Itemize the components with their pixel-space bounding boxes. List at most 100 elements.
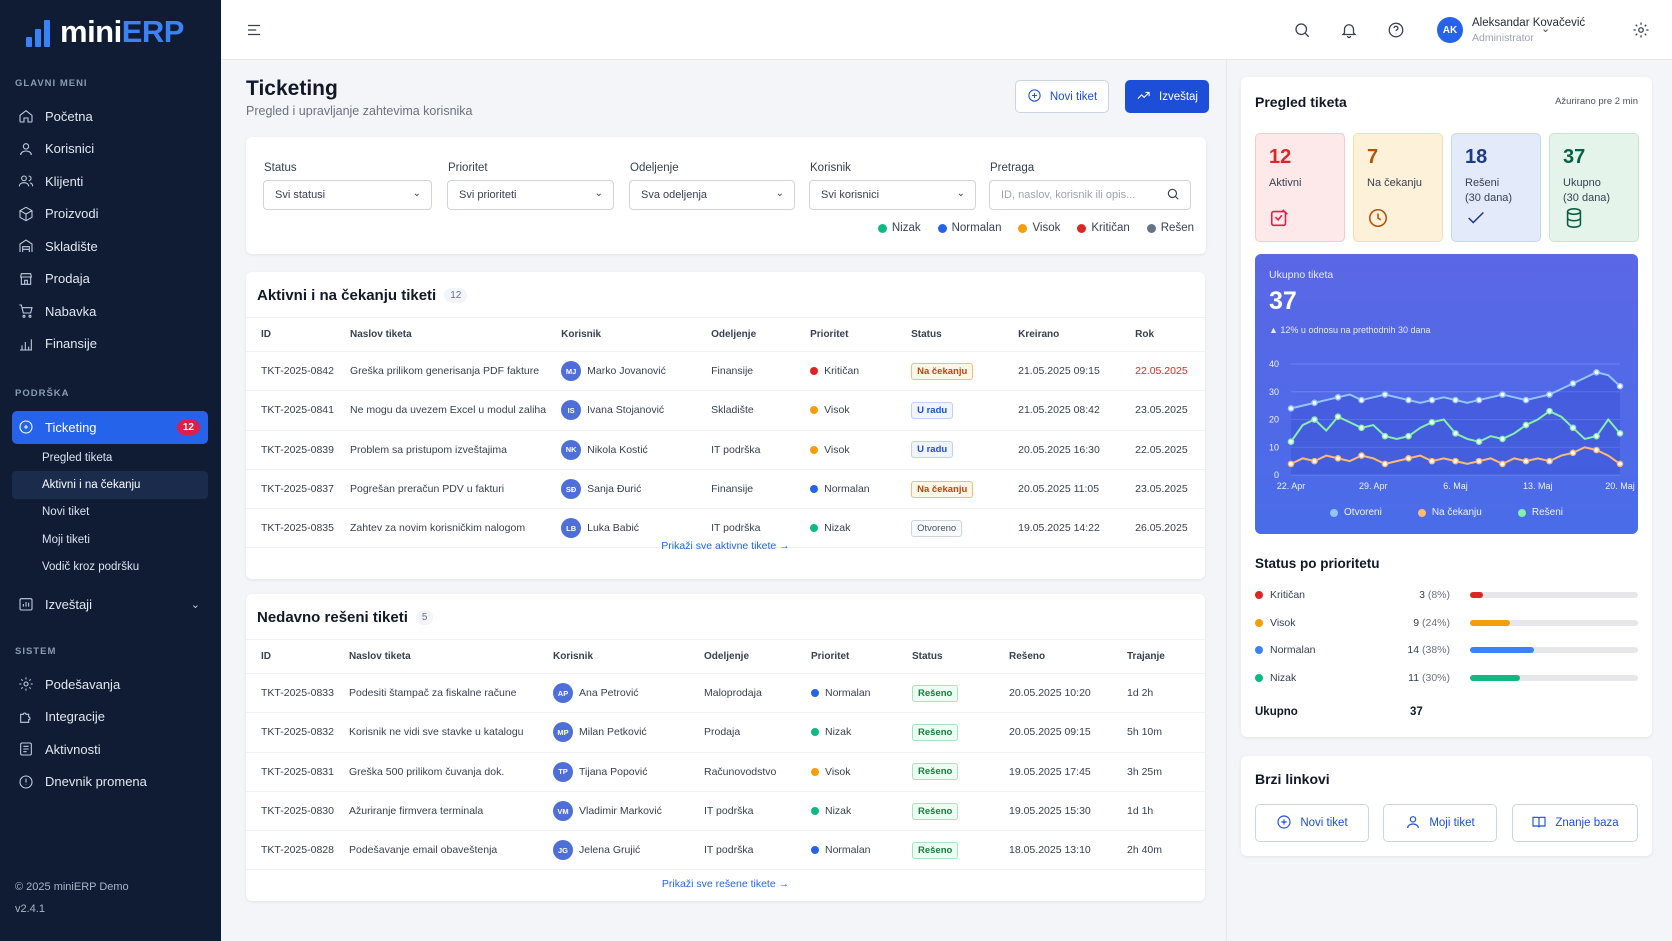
- column-header[interactable]: Naslov tiketa: [334, 639, 538, 674]
- sidebar-item-integrations[interactable]: Integracije: [12, 701, 208, 734]
- due-date: 23.05.2025: [1120, 390, 1205, 431]
- stat-card-active[interactable]: 12 Aktivni: [1255, 133, 1345, 242]
- table-row[interactable]: TKT-2025-0841 Ne mogu da uvezem Excel u m…: [246, 390, 1205, 431]
- sidebar-item-finance[interactable]: Finansije: [12, 328, 208, 361]
- table-row[interactable]: TKT-2025-0837 Pogrešan preračun PDV u fak…: [246, 469, 1205, 510]
- user-name[interactable]: Jelena Grujić: [579, 844, 640, 856]
- legend-dot: [1077, 223, 1087, 233]
- submenu-my-tickets[interactable]: Moji tiketi: [12, 526, 208, 553]
- stat-card-resolved[interactable]: 18 Rešeni (30 dana): [1451, 133, 1541, 242]
- user-info: MJ Marko Jovanović: [561, 361, 696, 382]
- priority-cell: Normalan: [796, 830, 897, 871]
- sidebar-item-procurement[interactable]: Nabavka: [12, 295, 208, 328]
- help-icon[interactable]: [1387, 21, 1405, 39]
- quick-knowledge-base-button[interactable]: Znanje baza: [1512, 804, 1638, 842]
- user-name[interactable]: Vladimir Marković: [579, 805, 662, 817]
- column-header[interactable]: Status: [896, 317, 1004, 352]
- table-row[interactable]: TKT-2025-0830 Ažuriranje firmvera termina…: [246, 791, 1205, 832]
- user-name[interactable]: Luka Babić: [587, 522, 639, 534]
- sidebar-item-warehouse[interactable]: Skladište: [12, 230, 208, 263]
- column-header[interactable]: Trajanje: [1112, 639, 1205, 674]
- status-filter-select[interactable]: Svi statusi ⌄: [263, 180, 432, 210]
- sidebar-item-changelog[interactable]: Dnevnik promena: [12, 766, 208, 799]
- data-point: [1381, 460, 1389, 468]
- avatar: AP: [553, 683, 573, 704]
- sidebar-item-settings[interactable]: Podešavanja: [12, 668, 208, 701]
- column-header[interactable]: Korisnik: [546, 317, 697, 352]
- user-name[interactable]: Milan Petković: [579, 726, 647, 738]
- progress-fill: [1470, 620, 1511, 626]
- priority-count: 9: [1413, 617, 1420, 629]
- warehouse-icon: [17, 238, 34, 255]
- submenu-ticket-overview[interactable]: Pregled tiketa: [12, 444, 208, 471]
- user-avatar[interactable]: AK: [1437, 17, 1463, 43]
- user-cell: VM Vladimir Marković: [538, 791, 689, 832]
- table-row[interactable]: TKT-2025-0831 Greška 500 prilikom čuvanja…: [246, 752, 1205, 792]
- sidebar-item-sales[interactable]: Prodaja: [12, 263, 208, 296]
- new-ticket-button[interactable]: Novi tiket: [1015, 80, 1109, 113]
- user-name[interactable]: Nikola Kostić: [587, 444, 648, 456]
- department-filter-select[interactable]: Sva odeljenja ⌄: [629, 180, 795, 210]
- gear-icon[interactable]: [1632, 21, 1650, 39]
- quick-new-ticket-button[interactable]: Novi tiket: [1255, 804, 1369, 842]
- department: Maloprodaja: [689, 673, 796, 714]
- search-icon[interactable]: [1293, 21, 1311, 39]
- department-filter-label: Odeljenje: [630, 162, 679, 174]
- stat-card-total[interactable]: 37 Ukupno (30 dana): [1549, 133, 1639, 242]
- stat-card-pending[interactable]: 7 Na čekanju: [1353, 133, 1443, 242]
- table-row[interactable]: TKT-2025-0828 Podešavanje email obavešten…: [246, 830, 1205, 871]
- sidebar-item-home[interactable]: Početna: [12, 100, 208, 133]
- sidebar-item-ticketing[interactable]: Ticketing 12: [12, 411, 208, 444]
- sidebar-item-label: Klijenti: [45, 173, 84, 189]
- user-name[interactable]: Ivana Stojanović: [587, 404, 664, 416]
- quick-my-ticket-button[interactable]: Moji tiket: [1383, 804, 1497, 842]
- report-button[interactable]: Izveštaj: [1125, 80, 1209, 113]
- submenu-new-ticket[interactable]: Novi tiket: [12, 499, 208, 526]
- priority-row-low: Nizak: [1255, 672, 1296, 684]
- ticket-title-text: Problem sa pristupom izveštajima: [350, 443, 507, 456]
- sidebar-item-reports[interactable]: Izveštaji ⌄: [12, 588, 208, 621]
- priority-filter-select[interactable]: Svi prioriteti ⌄: [447, 180, 614, 210]
- user-name[interactable]: Tijana Popović: [579, 766, 647, 778]
- column-header[interactable]: Korisnik: [538, 639, 689, 674]
- table-row[interactable]: TKT-2025-0833 Podesiti štampač za fiskaln…: [246, 673, 1205, 714]
- data-point: [1616, 430, 1624, 437]
- user-name[interactable]: Sanja Đurić: [587, 483, 641, 495]
- sidebar-item-clients[interactable]: Klijenti: [12, 165, 208, 198]
- column-header[interactable]: Rok: [1120, 317, 1205, 352]
- user-name[interactable]: Marko Jovanović: [587, 365, 666, 377]
- column-header[interactable]: ID: [246, 639, 334, 674]
- column-header[interactable]: Odeljenje: [689, 639, 796, 674]
- user-info: VM Vladimir Marković: [553, 801, 689, 822]
- submenu-active-pending[interactable]: Aktivni i na čekanju: [12, 471, 208, 499]
- search-input[interactable]: ID, naslov, korisnik ili opis...: [989, 180, 1191, 210]
- created-date-text: 21.05.2025 08:42: [1018, 404, 1100, 417]
- column-header[interactable]: ID: [246, 317, 335, 352]
- created-date: 20.05.2025 11:05: [1003, 469, 1121, 510]
- legend-normal: Normalan: [937, 222, 1001, 234]
- bell-icon[interactable]: [1340, 21, 1358, 39]
- column-header[interactable]: Prioritet: [795, 317, 897, 352]
- table-row[interactable]: TKT-2025-0832 Korisnik ne vidi sve stavke…: [246, 712, 1205, 753]
- column-header[interactable]: Naslov tiketa: [335, 317, 547, 352]
- user-name[interactable]: Ana Petrović: [579, 687, 639, 699]
- column-header[interactable]: Prioritet: [796, 639, 897, 674]
- sidebar-item-activities[interactable]: Aktivnosti: [12, 733, 208, 766]
- submenu-support-guide[interactable]: Vodič kroz podršku: [12, 553, 208, 580]
- sidebar-item-products[interactable]: Proizvodi: [12, 198, 208, 231]
- table-row[interactable]: TKT-2025-0842 Greška prilikom generisanja…: [246, 351, 1205, 392]
- show-all-resolved-link[interactable]: Prikaži sve rešene tikete →: [246, 878, 1205, 890]
- table-row[interactable]: TKT-2025-0839 Problem sa pristupom izvešt…: [246, 430, 1205, 470]
- show-all-active-link[interactable]: Prikaži sve aktivne tikete →: [246, 540, 1205, 552]
- column-header[interactable]: Rešeno: [994, 639, 1112, 674]
- user-name[interactable]: Aleksandar Kovačević: [1472, 17, 1585, 29]
- column-header[interactable]: Odeljenje: [696, 317, 796, 352]
- department: IT podrška: [689, 830, 796, 871]
- sidebar-item-users[interactable]: Korisnici: [12, 133, 208, 166]
- user-filter-select[interactable]: Svi korisnici ⌄: [809, 180, 976, 210]
- column-header[interactable]: Kreirano: [1003, 317, 1121, 352]
- menu-toggle-icon[interactable]: [245, 21, 263, 39]
- app-logo[interactable]: miniERP: [26, 14, 184, 50]
- data-point: [1593, 369, 1600, 376]
- column-header[interactable]: Status: [897, 639, 994, 674]
